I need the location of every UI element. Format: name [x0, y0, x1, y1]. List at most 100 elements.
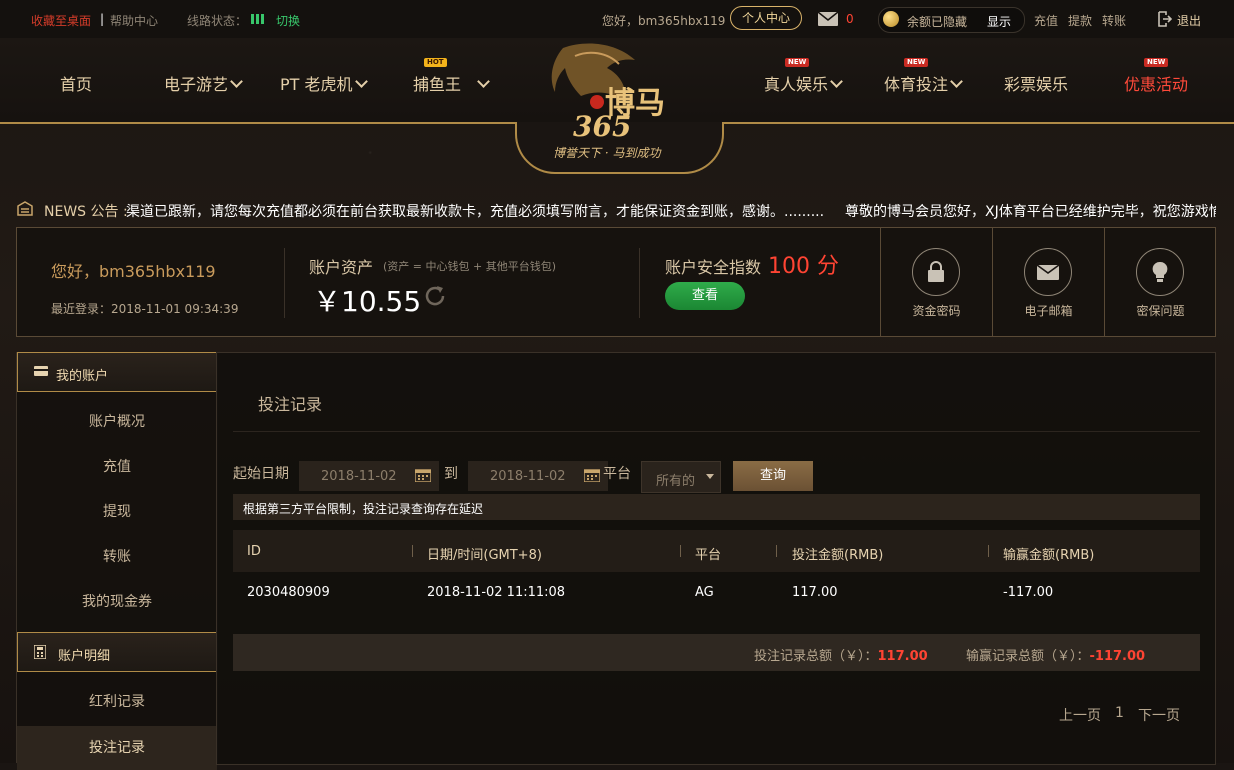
column-header-datetime: 日期/时间(GMT+8)	[427, 548, 542, 563]
totals-bar: 投注记录总额（￥）：117.00 输赢记录总额（￥）：-117.00	[233, 634, 1200, 671]
lock-icon	[928, 261, 944, 282]
platform-select[interactable]: 所有的	[641, 461, 721, 493]
personal-center-button[interactable]: 个人中心	[730, 6, 802, 30]
nav-egames-label: 电子游艺	[164, 75, 229, 94]
logo-number: 365	[573, 110, 632, 143]
announcement-icon	[17, 201, 33, 216]
security-score: 100 分	[768, 254, 839, 279]
total-win-loss: 输赢记录总额（￥）：-117.00	[966, 645, 1145, 664]
prev-page-link[interactable]: 上一页	[1059, 705, 1101, 725]
chevron-down-icon	[950, 75, 963, 88]
column-separator	[776, 545, 777, 557]
total-win-loss-value: -117.00	[1089, 649, 1146, 664]
start-date-input[interactable]: 2018-11-02	[299, 461, 439, 491]
news-message[interactable]: 尊敬的博马会员您好，XJ体育平台已经维护完毕，祝您游戏愉快	[845, 201, 1216, 221]
divider	[233, 431, 1200, 432]
nav-egames[interactable]: 电子游艺	[164, 71, 243, 95]
bet-records-panel: 投注记录 起始日期 2018-11-02 到 2018-11-02 平台 所有的…	[216, 352, 1216, 765]
calculator-icon	[34, 645, 46, 659]
total-bet-value: 117.00	[877, 649, 928, 664]
account-summary: 您好，bm365hbx119 最近登录：2018-11-01 09:34:39 …	[16, 227, 1216, 337]
hot-badge: HOT	[424, 58, 447, 67]
column-header-win-loss: 输赢金额(RMB)	[1003, 548, 1095, 563]
sidebar-item-bet-records[interactable]: 投注记录	[17, 726, 217, 770]
divider	[639, 248, 640, 318]
start-date-label: 起始日期	[233, 466, 289, 482]
nav-promo[interactable]: 优惠活动	[1124, 71, 1188, 95]
envelope-icon	[1036, 264, 1060, 280]
sidebar-section-my-account[interactable]: 我的账户	[17, 352, 217, 392]
page-number[interactable]: 1	[1115, 705, 1124, 721]
line-switch-link[interactable]: 切换	[276, 12, 300, 29]
calendar-icon	[584, 469, 600, 482]
new-badge: NEW	[785, 58, 810, 67]
help-center-link[interactable]: 帮助中心	[110, 12, 158, 29]
column-separator	[988, 545, 989, 557]
sidebar-section-label: 我的账户	[56, 369, 109, 384]
logout-link[interactable]: 退出	[1177, 12, 1201, 29]
refresh-icon[interactable]	[423, 284, 447, 308]
nav-lottery[interactable]: 彩票娱乐	[1004, 71, 1068, 95]
nav-pt-slots-label: PT 老虎机	[280, 75, 353, 94]
end-date-value: 2018-11-02	[490, 469, 566, 484]
circle	[1136, 248, 1184, 296]
email-button[interactable]: 电子邮箱	[992, 228, 1104, 336]
transfer-link[interactable]: 转账	[1102, 12, 1126, 29]
chevron-down-icon	[354, 75, 368, 88]
nav-live[interactable]: 真人娱乐	[764, 71, 843, 95]
coin-icon	[883, 11, 899, 27]
logout-icon[interactable]	[1158, 11, 1172, 27]
sidebar-section-account-details[interactable]: 账户明细	[17, 632, 217, 672]
withdraw-link[interactable]: 提款	[1068, 12, 1092, 29]
logo-slogan: 博誉天下 · 马到成功	[553, 146, 661, 160]
show-balance-button[interactable]: 显示	[987, 13, 1011, 30]
platform-label: 平台	[603, 466, 631, 482]
cell-id: 2030480909	[247, 585, 330, 600]
circle	[1024, 248, 1072, 296]
news-message[interactable]: 渠道已跟新，请您每次充值都必须在前台获取最新收款卡，充值必须填写附言，才能保证资…	[126, 201, 824, 221]
deposit-link[interactable]: 充值	[1034, 12, 1058, 29]
circle	[912, 248, 960, 296]
security-question-button[interactable]: 密保问题	[1104, 228, 1216, 336]
chevron-down-icon	[830, 75, 843, 88]
card-icon	[34, 366, 48, 376]
column-header-bet-amount: 投注金额(RMB)	[792, 548, 884, 563]
page-title: 投注记录	[258, 395, 323, 414]
new-badge: NEW	[904, 58, 929, 67]
mail-count: 0	[846, 12, 854, 26]
bookmark-link[interactable]: 收藏至桌面	[31, 12, 91, 29]
table-header: ID 日期/时间(GMT+8) 平台 投注金额(RMB) 输赢金额(RMB)	[233, 530, 1200, 572]
sidebar-item-overview[interactable]: 账户概况	[17, 400, 217, 444]
check-security-button[interactable]: 查看	[665, 282, 745, 310]
table-row: 2030480909 2018-11-02 11:11:08 AG 117.00…	[233, 573, 1200, 615]
nav-pt-slots[interactable]: PT 老虎机	[280, 71, 368, 95]
calendar-icon	[415, 469, 431, 482]
top-divider: |	[100, 12, 105, 26]
next-page-link[interactable]: 下一页	[1138, 705, 1180, 725]
nav-home[interactable]: 首页	[60, 71, 92, 95]
sidebar-item-deposit[interactable]: 充值	[17, 445, 217, 489]
signal-bars-icon	[251, 13, 267, 27]
end-date-input[interactable]: 2018-11-02	[468, 461, 608, 491]
query-button[interactable]: 查询	[733, 461, 813, 491]
new-badge: NEW	[1144, 58, 1169, 67]
sidebar: 我的账户 账户概况 充值 提现 转账 我的现金券 账户明细 红利记录 投注记录	[16, 352, 218, 770]
delay-notice: 根据第三方平台限制，投注记录查询存在延迟	[233, 494, 1200, 520]
column-separator	[412, 545, 413, 557]
nav-fishing[interactable]: 捕鱼王	[413, 71, 490, 95]
sidebar-item-bonus-records[interactable]: 红利记录	[17, 680, 217, 724]
cell-win-loss: -117.00	[1003, 585, 1054, 600]
delay-notice-text: 根据第三方平台限制，投注记录查询存在延迟	[243, 502, 484, 516]
asset-subtitle: (资产 = 中心钱包 + 其他平台钱包)	[383, 260, 557, 273]
asset-title: 账户资产	[309, 258, 374, 277]
lightbulb-icon	[1152, 261, 1168, 282]
user-greeting: 您好，bm365hbx119	[602, 14, 726, 28]
fund-password-button[interactable]: 资金密码	[880, 228, 992, 336]
nav-sports[interactable]: 体育投注	[884, 71, 963, 95]
news-ticker: NEWS 公告 : 渠道已跟新，请您每次充值都必须在前台获取最新收款卡，充值必须…	[16, 195, 1216, 225]
site-logo[interactable]: 博马 365 博誉天下 · 马到成功	[515, 38, 724, 174]
sidebar-item-transfer[interactable]: 转账	[17, 535, 217, 579]
sidebar-item-withdraw[interactable]: 提现	[17, 490, 217, 534]
mail-icon[interactable]	[818, 12, 838, 26]
sidebar-item-cash-coupons[interactable]: 我的现金券	[17, 580, 217, 624]
